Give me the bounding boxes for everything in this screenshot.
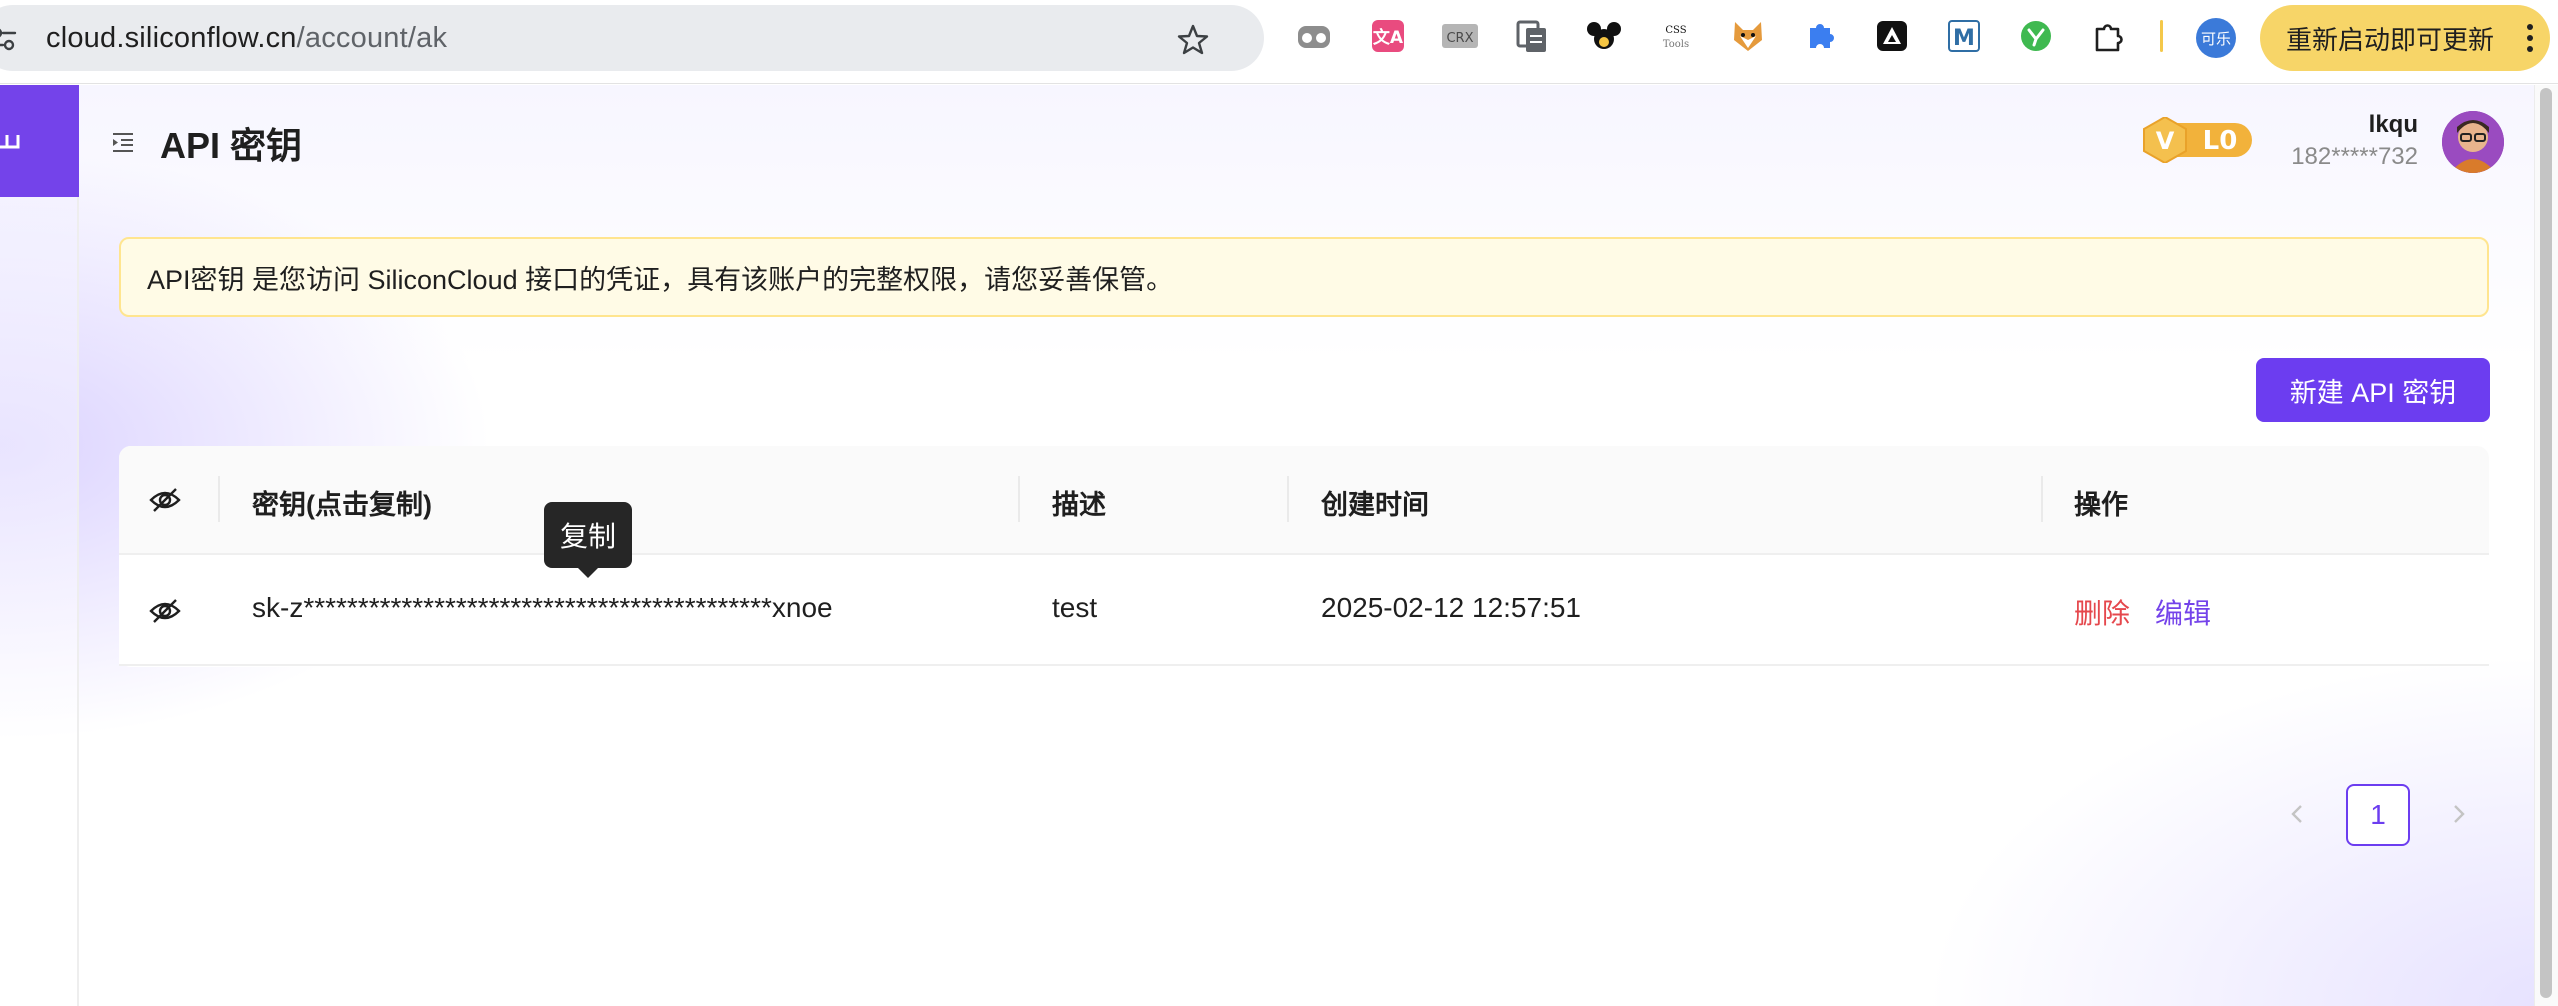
column-header-description: 描述 — [1052, 490, 1106, 520]
relaunch-update-button[interactable]: 重新启动即可更新 — [2260, 5, 2550, 71]
user-phone: 182*****732 — [2291, 143, 2418, 170]
table-header: 密钥(点击复制) 描述 创建时间 操作 — [119, 446, 2489, 555]
address-bar[interactable]: cloud.siliconflow.cn/account/ak — [0, 5, 1264, 71]
css-tools-icon[interactable]: CSS Tools — [1658, 18, 1694, 54]
shiba-icon[interactable] — [1730, 18, 1766, 54]
page-scrollbar-thumb[interactable] — [2540, 88, 2552, 998]
toggle-key-visibility-icon[interactable] — [149, 595, 181, 627]
app-content: API 密钥 V L0 lkqu 182*****732 API密钥 是您访问 … — [0, 85, 2558, 1006]
delete-link[interactable]: 删除 — [2074, 592, 2130, 632]
green-check-icon[interactable] — [2018, 18, 2054, 54]
dark-triangle-icon[interactable] — [1874, 18, 1910, 54]
column-separator — [2041, 476, 2043, 522]
site-info-icon[interactable] — [0, 24, 18, 54]
new-api-key-label: 新建 API 密钥 — [2289, 377, 2457, 408]
avatar-face-icon — [2442, 111, 2504, 173]
mouse-ears-icon[interactable] — [1586, 18, 1622, 54]
sidebar-item-icon — [0, 135, 20, 149]
page-title: API 密钥 — [160, 125, 303, 166]
column-header-created-at: 创建时间 — [1321, 490, 1429, 520]
profile-avatar-chip[interactable]: 可乐 — [2196, 18, 2236, 58]
api-key-value[interactable]: sk-z************************************… — [252, 592, 833, 624]
prev-page-icon[interactable] — [2282, 799, 2312, 829]
column-separator — [1018, 476, 1020, 522]
pagination-page[interactable]: 1 — [2346, 784, 2410, 846]
column-separator — [218, 476, 220, 522]
next-page-icon[interactable] — [2444, 799, 2474, 829]
column-separator — [1287, 476, 1289, 522]
puzzle-icon[interactable] — [1802, 18, 1838, 54]
sidebar-item-active[interactable] — [0, 85, 79, 197]
copy-tooltip: 复制 — [544, 502, 632, 578]
svg-text:CSS: CSS — [1665, 25, 1686, 36]
api-key-table: 密钥(点击复制) 描述 创建时间 操作 sk-z****************… — [119, 446, 2489, 667]
toolbar-divider — [2160, 20, 2163, 52]
table-row: sk-z************************************… — [119, 556, 2489, 666]
url-path: /account/ak — [296, 22, 448, 54]
security-notice-alert: API密钥 是您访问 SiliconCloud 接口的凭证，具有该账户的完整权限… — [119, 237, 2489, 317]
api-key-created-at: 2025-02-12 12:57:51 — [1321, 592, 1581, 623]
translate-icon[interactable]: 文A — [1370, 18, 1406, 54]
browser-toolbar: cloud.siliconflow.cn/account/ak 文A CRX C… — [0, 0, 2558, 84]
dual-circles-icon[interactable] — [1296, 18, 1332, 54]
column-header-key: 密钥(点击复制) — [252, 490, 432, 520]
profile-label: 可乐 — [2200, 30, 2231, 48]
new-api-key-button[interactable]: 新建 API 密钥 — [2256, 358, 2490, 422]
svg-text:Tools: Tools — [1663, 39, 1689, 50]
more-vert-icon[interactable] — [2526, 23, 2534, 53]
vip-letter: V — [2156, 127, 2175, 155]
toggle-all-visibility-icon[interactable] — [149, 484, 181, 516]
sidebar — [0, 85, 79, 1006]
extensions-menu-icon[interactable] — [2090, 18, 2126, 54]
pagination-page-number: 1 — [2370, 799, 2386, 830]
bookmark-star-icon[interactable] — [1176, 23, 1210, 57]
url-text[interactable]: cloud.siliconflow.cn/account/ak — [46, 22, 447, 55]
vip-level-badge[interactable]: V L0 — [2142, 117, 2254, 163]
edit-link[interactable]: 编辑 — [2155, 592, 2211, 632]
avatar[interactable] — [2442, 111, 2504, 173]
crx-icon[interactable]: CRX — [1442, 18, 1478, 54]
vip-level-text: L0 — [2203, 126, 2238, 156]
m-icon[interactable]: M — [1946, 18, 1982, 54]
alert-text: API密钥 是您访问 SiliconCloud 接口的凭证，具有该账户的完整权限… — [147, 264, 1174, 295]
collapse-sidebar-icon[interactable] — [110, 129, 136, 155]
copy-stack-icon[interactable] — [1514, 18, 1550, 54]
update-label: 重新启动即可更新 — [2286, 24, 2495, 55]
column-header-actions: 操作 — [2074, 490, 2128, 520]
svg-text:文A: 文A — [1373, 27, 1404, 48]
crx-text: CRX — [1446, 31, 1473, 46]
user-name: lkqu — [2368, 111, 2418, 138]
api-key-description: test — [1052, 592, 1098, 623]
svg-text:M: M — [1953, 26, 1975, 51]
url-host: cloud.siliconflow.cn — [46, 22, 297, 54]
tooltip-text: 复制 — [559, 521, 616, 552]
